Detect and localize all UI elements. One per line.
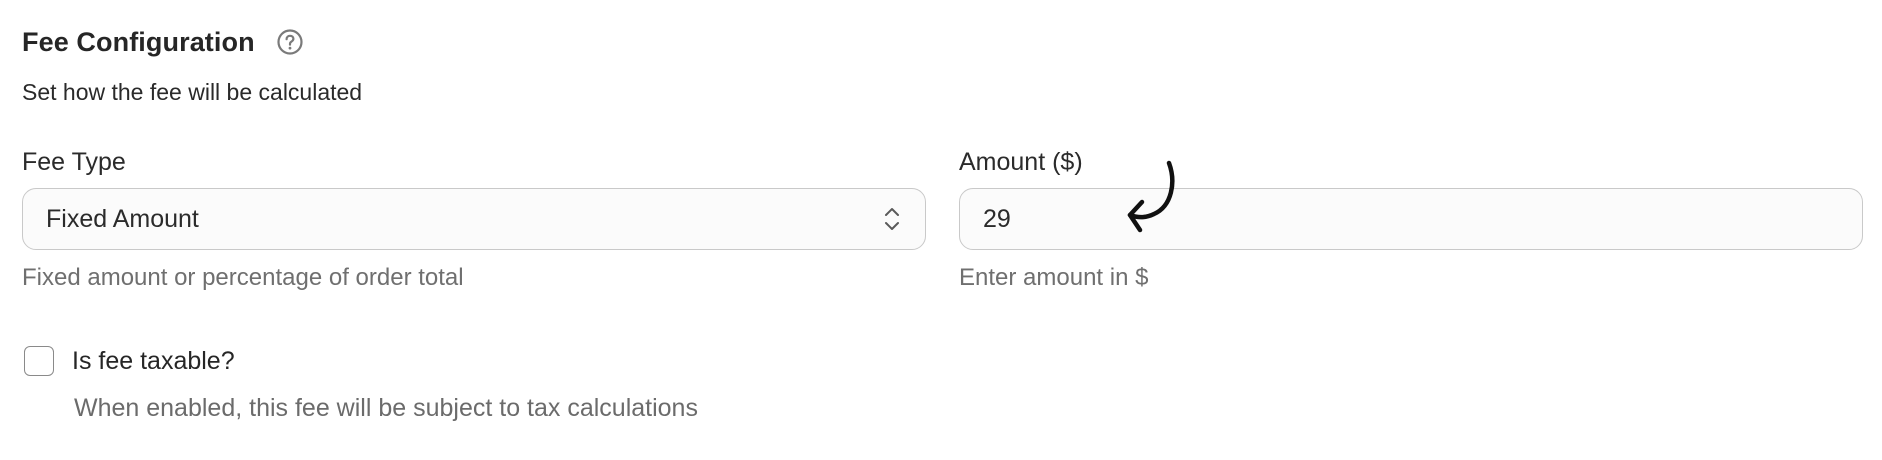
fee-type-field: Fee Type Fixed Amount Fixed amount or pe…	[22, 147, 926, 292]
amount-label: Amount ($)	[959, 148, 1083, 176]
taxable-description: When enabled, this fee will be subject t…	[74, 394, 698, 422]
section-header: Fee Configuration	[22, 22, 305, 62]
taxable-checkbox[interactable]	[24, 346, 54, 376]
question-circle-icon[interactable]	[275, 27, 305, 57]
taxable-label: Is fee taxable?	[72, 346, 235, 375]
amount-input-wrapper[interactable]	[959, 188, 1863, 250]
section-subtitle: Set how the fee will be calculated	[22, 79, 363, 105]
amount-hint: Enter amount in $	[959, 264, 1149, 291]
taxable-checkbox-row[interactable]: Is fee taxable?	[24, 346, 235, 376]
amount-input[interactable]	[983, 204, 1840, 234]
fee-type-selected-value: Fixed Amount	[46, 204, 199, 233]
amount-field: Amount ($) Enter amount in $	[959, 147, 1863, 292]
fee-type-select[interactable]: Fixed Amount	[22, 188, 926, 250]
fee-configuration-section: Fee Configuration Set how the fee will b…	[22, 0, 1863, 460]
chevron-up-down-icon	[881, 202, 903, 236]
fee-type-hint: Fixed amount or percentage of order tota…	[22, 264, 464, 291]
section-title: Fee Configuration	[22, 26, 255, 57]
fee-type-label: Fee Type	[22, 148, 126, 176]
